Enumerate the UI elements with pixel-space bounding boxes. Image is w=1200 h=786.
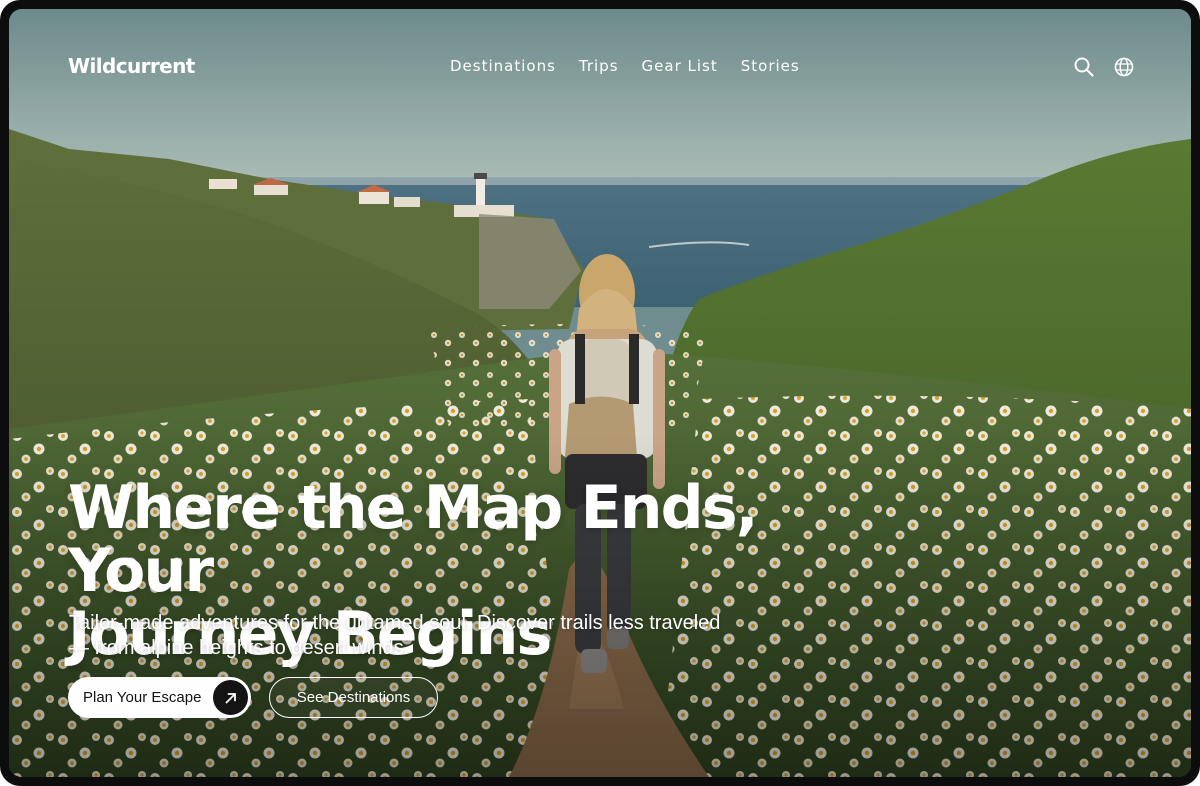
hero-headline-line-1: Where the Map Ends, Your [68,473,759,606]
hero-section: Wildcurrent Destinations Trips Gear List… [9,9,1191,777]
nav-link-stories[interactable]: Stories [741,57,800,75]
browser-frame: Wildcurrent Destinations Trips Gear List… [0,0,1200,786]
top-navigation: Wildcurrent Destinations Trips Gear List… [9,9,1191,125]
plan-your-escape-button[interactable]: Plan Your Escape [68,677,251,718]
nav-link-gear-list[interactable]: Gear List [642,57,718,75]
globe-icon[interactable] [1113,56,1135,78]
see-destinations-button[interactable]: See Destinations [269,677,438,718]
brand-logo[interactable]: Wildcurrent [68,54,195,78]
nav-link-trips[interactable]: Trips [579,57,619,75]
hero-subtext: Tailor-made adventures for the untamed s… [69,611,829,661]
nav-link-destinations[interactable]: Destinations [450,57,556,75]
plan-your-escape-label: Plan Your Escape [83,689,202,706]
arrow-up-right-icon [213,680,248,715]
search-icon[interactable] [1073,56,1095,78]
hero-subtext-line-2: — from alpine heights to desert winds. [69,637,410,659]
nav-links: Destinations Trips Gear List Stories [450,57,800,75]
hero-subtext-line-1: Tailor-made adventures for the untamed s… [69,612,721,634]
